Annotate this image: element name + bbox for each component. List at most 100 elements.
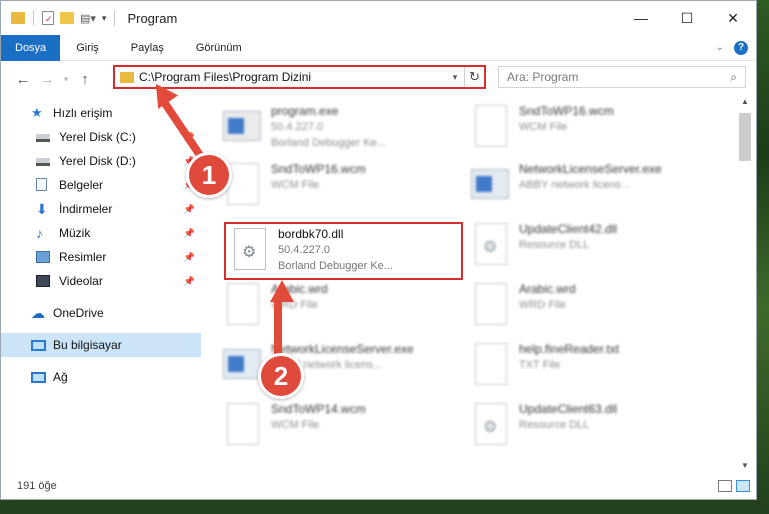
network-icon — [31, 371, 46, 383]
file-detail: WRD File — [519, 299, 567, 311]
file-detail: 50.4.227.0 — [271, 121, 323, 133]
sidebar-item-videos[interactable]: Videolar 📌 — [1, 269, 201, 293]
tiles-view-icon[interactable] — [736, 480, 750, 492]
document-icon — [223, 403, 263, 453]
title-bar: ✓ ▤▾ ▾ Program — ☐ ✕ — [1, 1, 756, 35]
item-count: 191 öğe — [17, 480, 57, 492]
expand-ribbon-icon[interactable]: ⌄ — [716, 42, 724, 53]
scrollbar-thumb[interactable] — [739, 113, 751, 161]
sidebar-item-local-disk-d[interactable]: Yerel Disk (D:) 📌 — [1, 149, 201, 173]
recent-locations-icon[interactable]: ▾ — [59, 74, 73, 85]
minimize-button[interactable]: — — [618, 1, 664, 35]
chevron-down-icon[interactable]: ▾ — [102, 13, 107, 24]
pin-icon[interactable]: 📌 — [184, 276, 195, 287]
sidebar-item-network[interactable]: Ağ — [1, 365, 201, 389]
details-view-icon[interactable] — [718, 480, 732, 492]
application-icon — [223, 343, 263, 393]
file-item[interactable]: SndToWP16.wcm WCM File — [471, 103, 711, 159]
pin-icon[interactable]: 📌 — [184, 204, 195, 215]
tab-home[interactable]: Giriş — [60, 35, 115, 61]
properties-icon[interactable]: ✓ — [42, 11, 54, 25]
file-name: NetworkLicenseServer.exe — [519, 162, 662, 176]
sidebar-item-label: Yerel Disk (C:) — [59, 130, 136, 144]
document-icon — [223, 283, 263, 333]
search-input[interactable]: Ara: Program ⌕ — [498, 66, 746, 88]
file-name: bordbk70.dll — [278, 227, 344, 241]
pin-icon[interactable]: 📌 — [184, 228, 195, 239]
search-icon[interactable]: ⌕ — [730, 70, 737, 85]
scroll-up-icon[interactable]: ▲ — [738, 97, 752, 111]
file-item[interactable]: ⚙ UpdateClient63.dll Resource DLL — [471, 401, 711, 457]
sidebar-item-onedrive[interactable]: ☁ OneDrive — [1, 301, 201, 325]
chevron-down-icon[interactable]: ▾ — [446, 72, 464, 83]
file-detail: Borland Debugger Ke... — [271, 137, 386, 149]
ribbon-tabs: Dosya Giriş Paylaş Görünüm ⌄ ? — [1, 34, 756, 61]
pin-icon[interactable]: 📌 — [184, 252, 195, 263]
file-name: Arabic.wrd — [519, 282, 576, 296]
file-item[interactable]: program.exe 50.4.227.0 Borland Debugger Ke… — [223, 103, 463, 159]
file-item[interactable]: Arabic.wrd WRD File — [471, 281, 711, 337]
folder-icon — [120, 71, 134, 83]
step-badge-2: 2 — [258, 353, 304, 399]
application-icon — [471, 163, 511, 213]
file-detail: WCM File — [271, 419, 320, 431]
navigation-pane: ★ Hızlı erişim Yerel Disk (C:) 📌 Yerel D… — [1, 101, 201, 466]
file-detail: WCM File — [271, 179, 320, 191]
status-bar: 191 öğe — [1, 473, 756, 499]
file-item[interactable]: NetworkLicenseServer.exe ABBY network lic… — [471, 161, 711, 217]
new-folder-icon[interactable] — [60, 12, 74, 24]
sidebar-item-label: Videolar — [59, 274, 103, 288]
dll-icon: ⚙ — [471, 403, 511, 453]
file-item-bordbk70[interactable]: ⚙ bordbk70.dll 50.4.227.0 Borland Debugger… — [230, 226, 470, 282]
file-detail: WCM File — [519, 121, 568, 133]
file-version: 50.4.227.0 — [278, 244, 330, 256]
forward-arrow-icon[interactable]: → — [35, 71, 59, 88]
sidebar-item-documents[interactable]: Belgeler 📌 — [1, 173, 201, 197]
highlighted-file-item[interactable]: ⚙ bordbk70.dll 50.4.227.0 Borland Debugger… — [224, 222, 463, 280]
refresh-icon[interactable]: ↻ — [464, 67, 484, 87]
sidebar-item-label: Belgeler — [59, 178, 104, 192]
file-item[interactable]: Arabic.wrd WRD File — [223, 281, 463, 337]
file-item[interactable]: ⚙ UpdateClient42.dll Resource DLL — [471, 221, 711, 277]
sidebar-item-local-disk-c[interactable]: Yerel Disk (C:) 📌 — [1, 125, 201, 149]
address-path[interactable]: C:\Program Files\Program Dizini — [139, 70, 446, 84]
file-name: program.exe — [271, 104, 339, 118]
dll-icon: ⚙ — [230, 228, 270, 278]
download-icon: ⬇ — [36, 201, 48, 217]
file-item[interactable]: SndToWP14.wcm WCM File — [223, 401, 463, 457]
sidebar-item-label: Resimler — [59, 250, 107, 264]
sidebar-item-label: Müzik — [59, 226, 91, 240]
document-icon — [36, 178, 47, 191]
file-detail: Resource DLL — [519, 239, 590, 251]
sidebar-item-this-pc[interactable]: Bu bilgisayar — [1, 333, 201, 357]
music-note-icon: ♪ — [36, 225, 43, 241]
sidebar-item-music[interactable]: ♪ Müzik 📌 — [1, 221, 201, 245]
sidebar-item-label: Hızlı erişim — [53, 106, 113, 120]
film-icon — [36, 275, 50, 287]
application-icon — [223, 105, 263, 155]
up-arrow-icon[interactable]: ↑ — [73, 71, 97, 88]
file-detail: ABBY network licens... — [519, 179, 631, 191]
tab-share[interactable]: Paylaş — [115, 35, 180, 61]
maximize-button[interactable]: ☐ — [664, 1, 710, 35]
file-detail: Resource DLL — [519, 419, 590, 431]
file-item[interactable]: SndToWP16.wcm WCM File — [223, 161, 463, 217]
cloud-icon: ☁ — [31, 305, 45, 321]
sidebar-item-downloads[interactable]: ⬇ İndirmeler 📌 — [1, 197, 201, 221]
vertical-scrollbar[interactable]: ▲ ▼ — [738, 97, 752, 475]
document-icon — [471, 283, 511, 333]
help-icon[interactable]: ? — [734, 40, 748, 55]
file-item[interactable]: help.fineReader.txt TXT File — [471, 341, 711, 397]
close-button[interactable]: ✕ — [710, 1, 756, 35]
file-name: NetworkLicenseServer.exe — [271, 342, 414, 356]
annotation-arrowhead-2 — [270, 280, 294, 302]
sidebar-item-label: Yerel Disk (D:) — [59, 154, 136, 168]
tab-file[interactable]: Dosya — [1, 34, 61, 61]
tab-view[interactable]: Görünüm — [180, 35, 258, 61]
quick-access-toolbar: ✓ ▤▾ ▾ — [11, 10, 117, 26]
sidebar-item-pictures[interactable]: Resimler 📌 — [1, 245, 201, 269]
back-arrow-icon[interactable]: ← — [11, 71, 35, 88]
customize-view-icon[interactable]: ▤▾ — [80, 12, 96, 25]
search-placeholder: Ara: Program — [507, 70, 579, 84]
